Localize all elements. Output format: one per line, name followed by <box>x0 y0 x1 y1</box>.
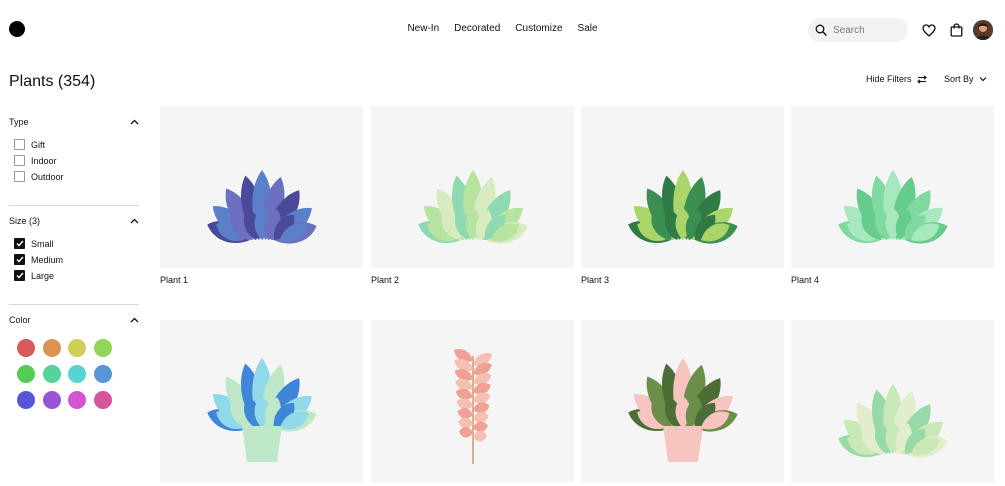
avatar[interactable] <box>973 20 993 40</box>
filter-option-label: Small <box>31 238 54 249</box>
filter-size-header[interactable]: Size (3) <box>9 216 139 226</box>
filter-option-medium[interactable]: Medium <box>14 254 63 265</box>
product-image <box>791 320 994 482</box>
color-swatch-purple[interactable] <box>43 391 61 409</box>
leaf-shape <box>458 427 473 438</box>
sort-by-label: Sort By <box>944 74 974 84</box>
color-swatch-orange[interactable] <box>43 339 61 357</box>
pot-shape <box>241 426 282 462</box>
checkbox[interactable] <box>14 155 25 166</box>
product-name: Plant 3 <box>581 275 610 285</box>
hide-filters-button[interactable]: Hide Filters <box>866 74 927 84</box>
color-swatch-mint[interactable] <box>43 365 61 383</box>
filter-option-label: Indoor <box>31 155 57 166</box>
product-card[interactable]: Plant 1 <box>160 106 363 285</box>
shopping-bag-icon[interactable] <box>948 22 964 38</box>
color-swatch-blue[interactable] <box>94 365 112 383</box>
divider <box>9 304 139 305</box>
product-card[interactable]: Plant 3 <box>581 106 784 285</box>
nav-decorated[interactable]: Decorated <box>454 23 500 34</box>
color-swatch-indigo[interactable] <box>17 391 35 409</box>
monstera-plant-icon <box>627 170 738 244</box>
product-image <box>371 106 574 268</box>
product-image <box>371 320 574 482</box>
color-swatch-pink[interactable] <box>94 391 112 409</box>
check-icon <box>16 256 24 263</box>
nav-sale[interactable]: Sale <box>578 23 598 34</box>
product-name: Plant 1 <box>160 275 189 285</box>
chevron-up-icon <box>130 218 139 224</box>
product-card[interactable] <box>791 320 994 482</box>
pale-green-plant-icon <box>837 384 948 458</box>
pink-stem-plant-icon <box>453 349 492 464</box>
product-image <box>791 106 994 268</box>
search-input[interactable] <box>833 24 903 36</box>
product-card[interactable] <box>160 320 363 482</box>
light-green-plant-icon <box>417 170 528 244</box>
product-image <box>581 320 784 482</box>
filter-option-outdoor[interactable]: Outdoor <box>14 171 64 182</box>
product-name: Plant 4 <box>791 275 820 285</box>
color-swatch-magenta[interactable] <box>68 391 86 409</box>
checkbox-checked[interactable] <box>14 270 25 281</box>
product-image <box>160 320 363 482</box>
color-swatch-green[interactable] <box>17 365 35 383</box>
search-icon <box>815 24 827 36</box>
product-name: Plant 2 <box>371 275 400 285</box>
filter-toggle-icon <box>916 74 927 84</box>
heart-icon[interactable] <box>921 22 937 38</box>
nav-new-in[interactable]: New-In <box>407 23 439 34</box>
product-card[interactable]: Plant 2 <box>371 106 574 285</box>
filter-option-gift[interactable]: Gift <box>14 139 45 150</box>
filter-option-label: Medium <box>31 254 64 265</box>
filter-type-title: Type <box>9 117 29 127</box>
filter-type-header[interactable]: Type <box>9 117 139 127</box>
blue-potted-plant-icon <box>206 358 317 462</box>
checkbox[interactable] <box>14 171 25 182</box>
purple-blue-plant-icon <box>206 170 317 244</box>
checkbox-checked[interactable] <box>14 254 25 265</box>
filter-option-small[interactable]: Small <box>14 238 54 249</box>
check-icon <box>16 272 24 279</box>
product-image <box>160 106 363 268</box>
filter-option-large[interactable]: Large <box>14 270 54 281</box>
search-box[interactable] <box>808 18 908 42</box>
product-image <box>581 106 784 268</box>
chevron-down-icon <box>979 77 986 82</box>
check-icon <box>16 240 24 247</box>
checkbox-checked[interactable] <box>14 238 25 249</box>
product-card[interactable] <box>581 320 784 482</box>
hide-filters-label: Hide Filters <box>866 74 912 84</box>
product-card[interactable]: Plant 4 <box>791 106 994 285</box>
olive-potted-plant-icon <box>627 358 738 462</box>
color-swatch-cyan[interactable] <box>68 365 86 383</box>
nav-customize[interactable]: Customize <box>515 23 562 34</box>
color-swatch-red[interactable] <box>17 339 35 357</box>
pot-shape <box>662 426 703 462</box>
mint-monstera-plant-icon <box>837 170 948 244</box>
filter-color-header[interactable]: Color <box>9 315 139 325</box>
leaf-shape <box>472 431 487 442</box>
chevron-up-icon <box>130 119 139 125</box>
color-swatch-yellow[interactable] <box>68 339 86 357</box>
checkbox[interactable] <box>14 139 25 150</box>
divider <box>9 205 139 206</box>
filter-option-label: Gift <box>31 139 46 150</box>
filter-option-indoor[interactable]: Indoor <box>14 155 57 166</box>
filter-color-title: Color <box>9 315 31 325</box>
filter-size-title: Size (3) <box>9 216 41 226</box>
color-swatch-lime[interactable] <box>94 339 112 357</box>
chevron-up-icon <box>130 317 139 323</box>
sort-by-dropdown[interactable]: Sort By <box>944 74 987 84</box>
page-title: Plants (354) <box>9 73 96 90</box>
product-card[interactable] <box>371 320 574 482</box>
filter-option-label: Outdoor <box>31 171 64 182</box>
filter-option-label: Large <box>31 270 55 281</box>
